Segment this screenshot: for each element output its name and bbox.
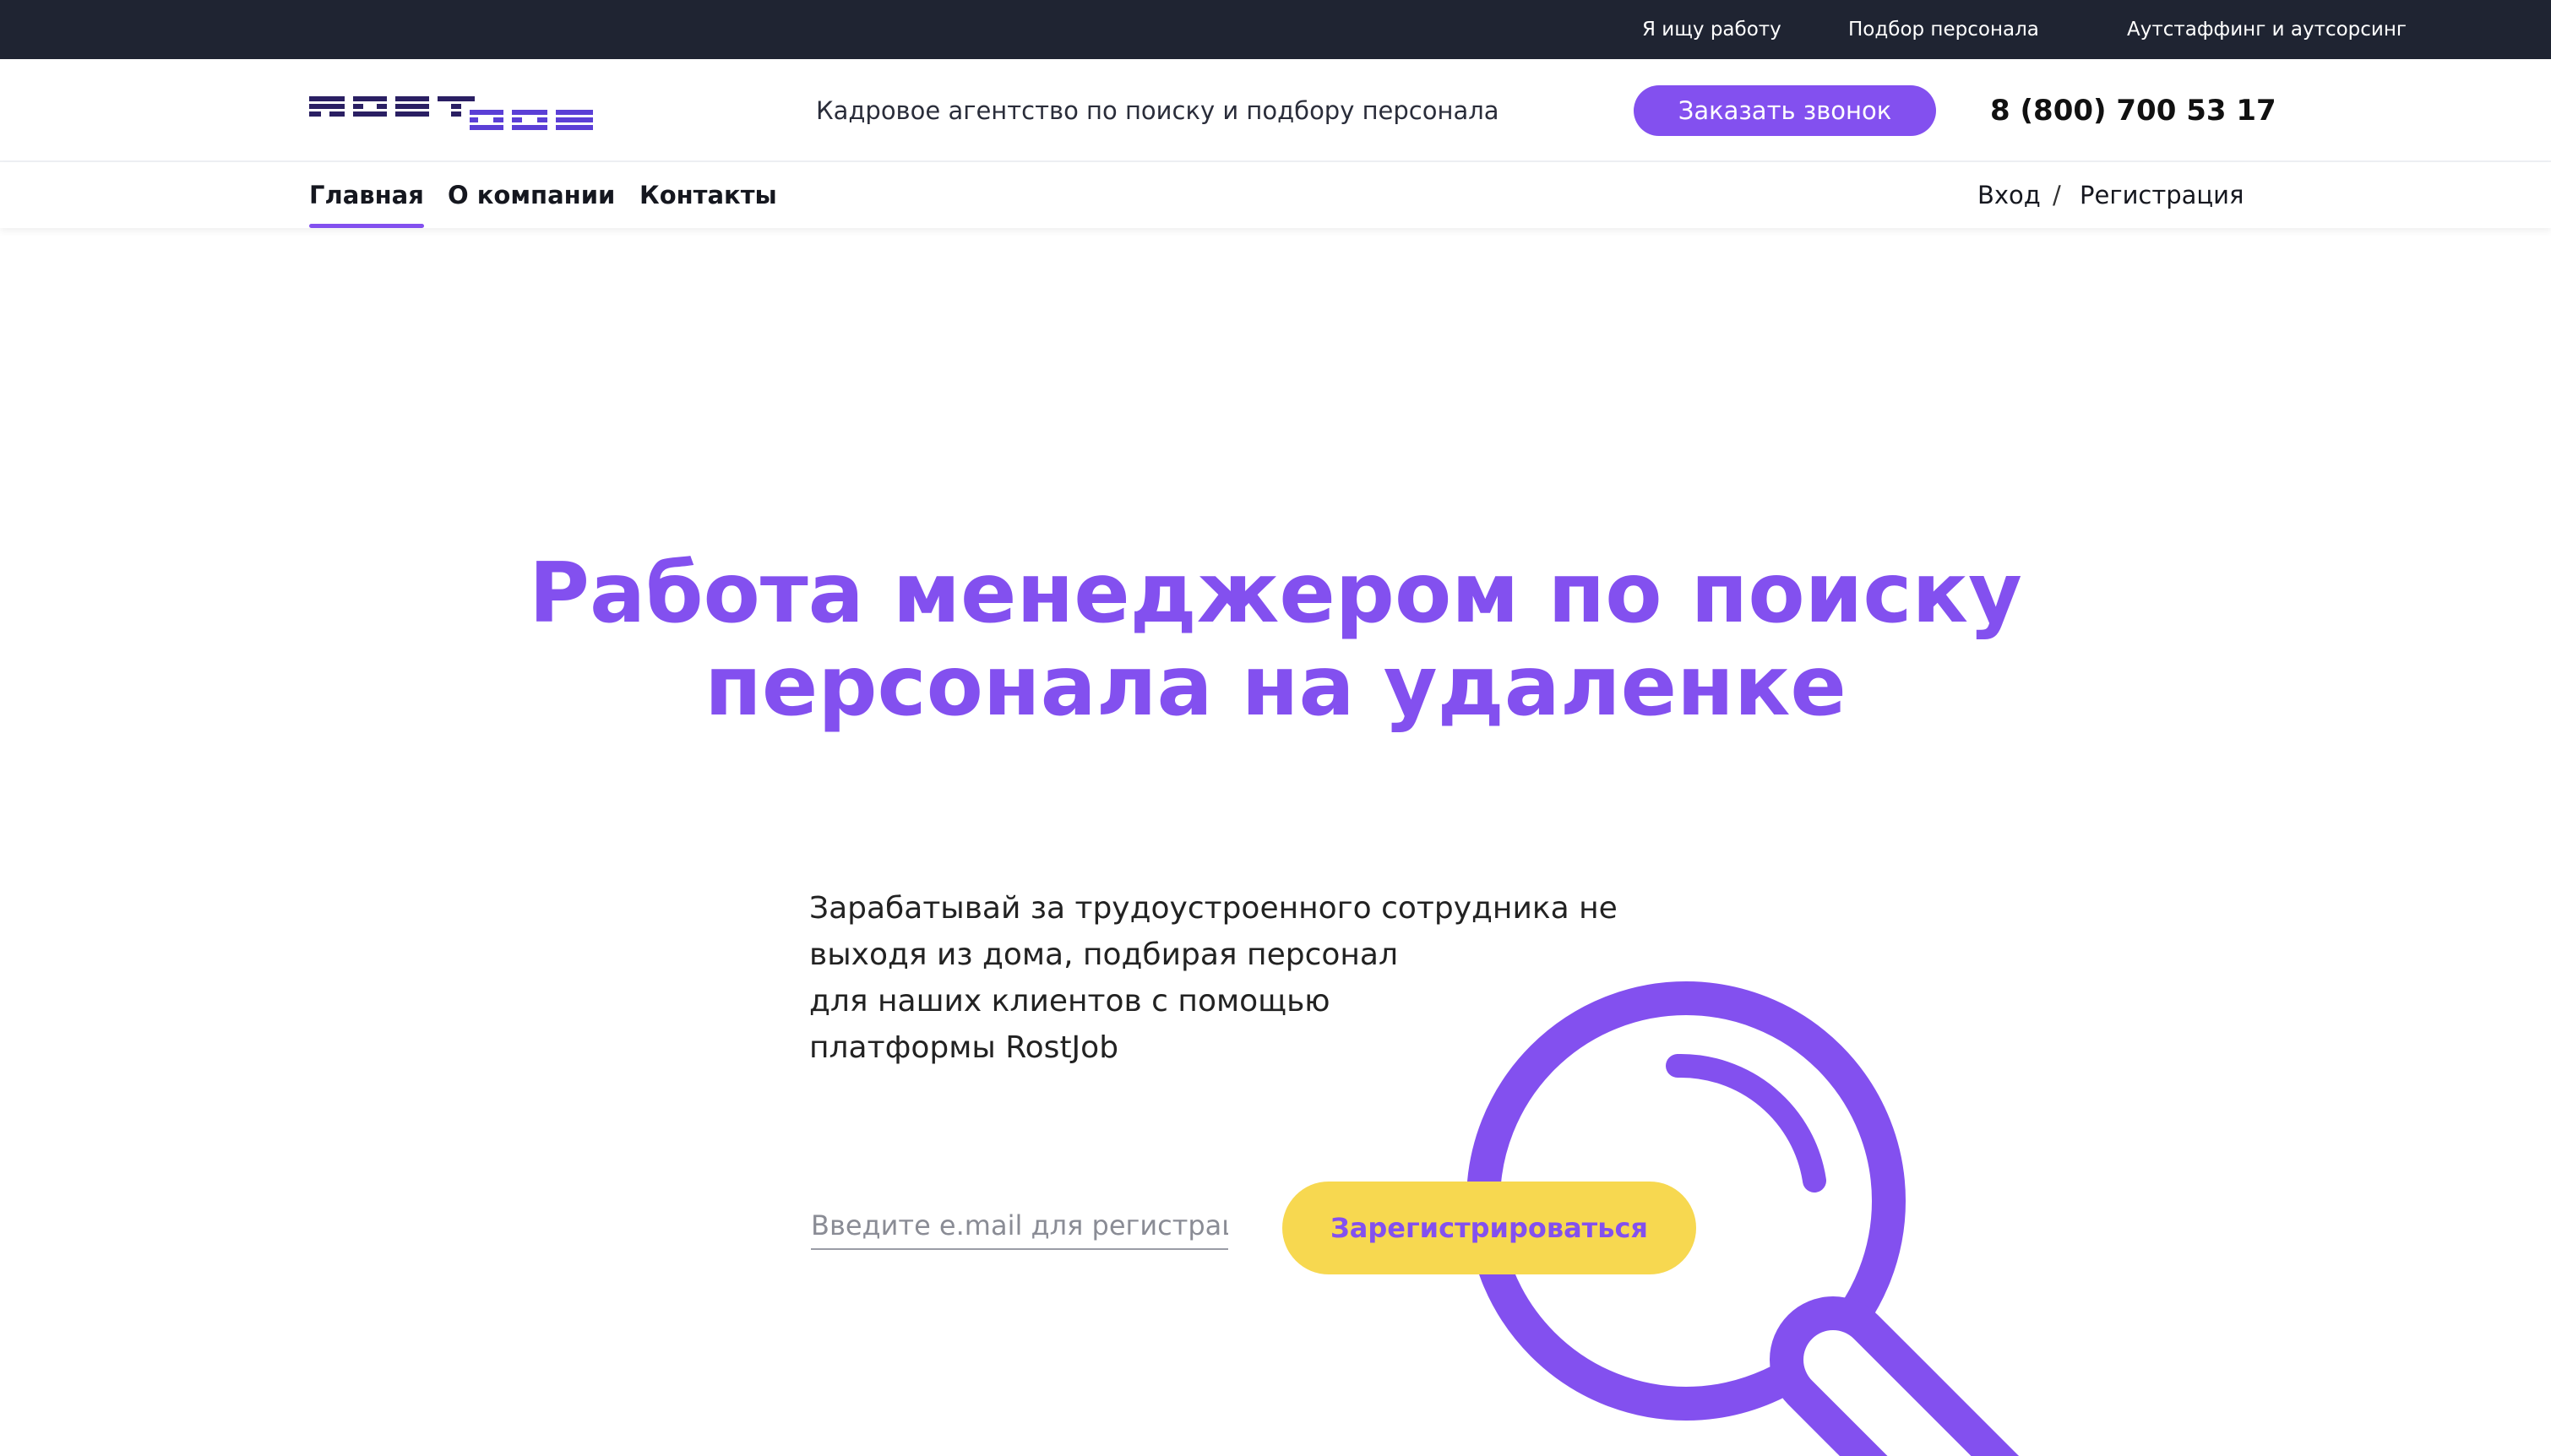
email-input[interactable] [811,1203,1228,1250]
topbar-link-job-seeker[interactable]: Я ищу работу [1642,0,1781,59]
topbar-link-recruitment[interactable]: Подбор персонала [1848,0,2039,59]
hero-text-line: Зарабатывай за трудоустроенного сотрудни… [809,891,1618,926]
phone-number[interactable]: 8 (800) 700 53 17 [1990,59,2276,162]
order-call-button[interactable]: Заказать звонок [1634,85,1936,136]
login-link[interactable]: Вход [1977,162,2041,228]
main-nav: Главная О компании Контакты Вход / Регис… [0,162,2551,228]
nav-item-home[interactable]: Главная [309,162,424,228]
register-link[interactable]: Регистрация [2080,162,2244,228]
nav-item-contacts[interactable]: Контакты [639,162,777,228]
nav-item-about[interactable]: О компании [448,162,615,228]
header: Кадровое агентство по поиску и подбору п… [0,59,2551,162]
topbar-link-outstaffing[interactable]: Аутстаффинг и аутсорсинг [2127,0,2407,59]
header-tagline: Кадровое агентство по поиску и подбору п… [816,96,1499,125]
rostjob-logo[interactable] [309,95,596,132]
auth-separator: / [2053,181,2061,209]
hero-title: Работа менеджером по поиску персонала на… [0,547,2551,733]
hero-title-line-1: Работа менеджером по поиску [529,546,2022,642]
top-bar: Я ищу работу Подбор персонала Аутстаффин… [0,0,2551,59]
hero-title-line-2: персонала на удаленке [704,638,1847,735]
register-button[interactable]: Зарегистрироваться [1282,1182,1696,1274]
